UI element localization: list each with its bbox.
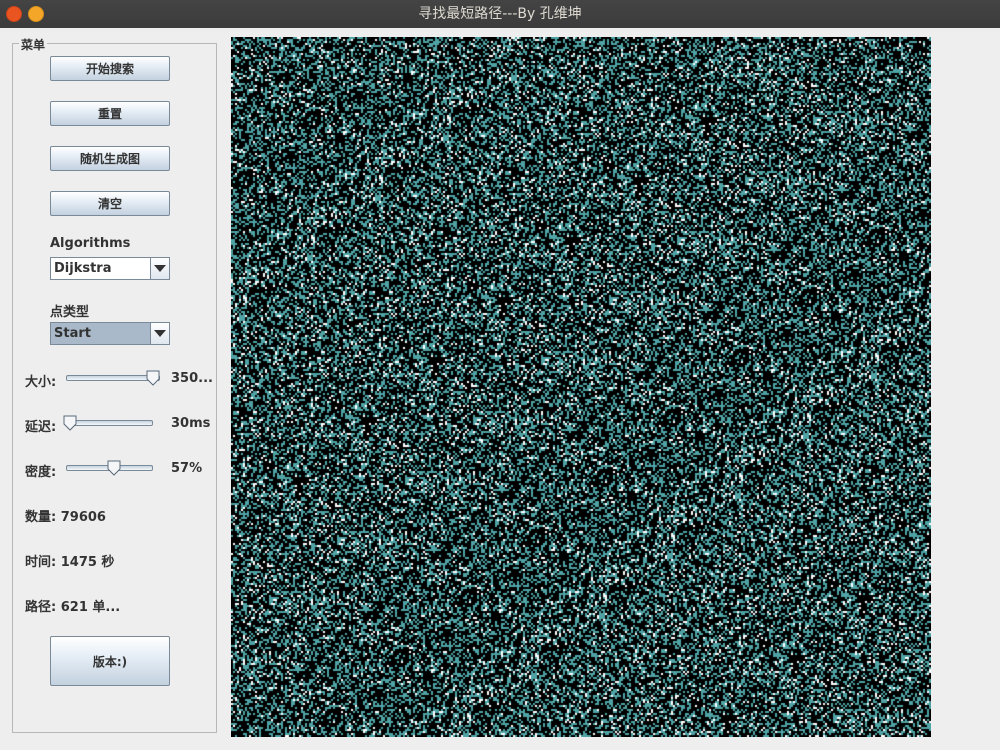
path-stat: 路径: 621 单... xyxy=(25,600,121,615)
density-value: 57% xyxy=(171,461,203,476)
size-slider-thumb[interactable] xyxy=(146,370,160,386)
point-type-select[interactable]: Start xyxy=(50,322,170,345)
density-slider-thumb[interactable] xyxy=(107,460,121,476)
version-button[interactable]: 版本:) xyxy=(50,636,170,686)
algorithm-select[interactable]: Dijkstra xyxy=(50,257,170,280)
point-type-label: 点类型 xyxy=(50,305,90,320)
size-value: 350... xyxy=(171,371,213,386)
reset-button[interactable]: 重置 xyxy=(50,101,170,126)
clear-button[interactable]: 清空 xyxy=(50,191,170,216)
algorithms-label: Algorithms xyxy=(50,236,131,251)
title-bar: 寻找最短路径---By 孔维坤 xyxy=(0,0,1000,28)
delay-value: 30ms xyxy=(171,416,211,431)
chevron-down-icon[interactable] xyxy=(150,323,169,344)
start-search-button[interactable]: 开始搜索 xyxy=(50,56,170,81)
time-stat: 时间: 1475 秒 xyxy=(25,555,115,570)
size-slider-label: 大小: xyxy=(25,375,57,390)
chevron-down-icon[interactable] xyxy=(150,258,169,279)
random-generate-button[interactable]: 随机生成图 xyxy=(50,146,170,171)
point-type-select-value: Start xyxy=(54,326,91,341)
delay-slider-thumb[interactable] xyxy=(63,415,77,431)
algorithm-select-value: Dijkstra xyxy=(54,261,112,276)
count-stat: 数量: 79606 xyxy=(25,510,106,525)
grid-canvas[interactable] xyxy=(231,37,931,737)
delay-slider[interactable] xyxy=(66,420,153,426)
window-title: 寻找最短路径---By 孔维坤 xyxy=(418,6,582,22)
delay-slider-label: 延迟: xyxy=(25,420,57,435)
menu-title: 菜单 xyxy=(19,36,48,53)
density-slider-label: 密度: xyxy=(25,465,57,480)
